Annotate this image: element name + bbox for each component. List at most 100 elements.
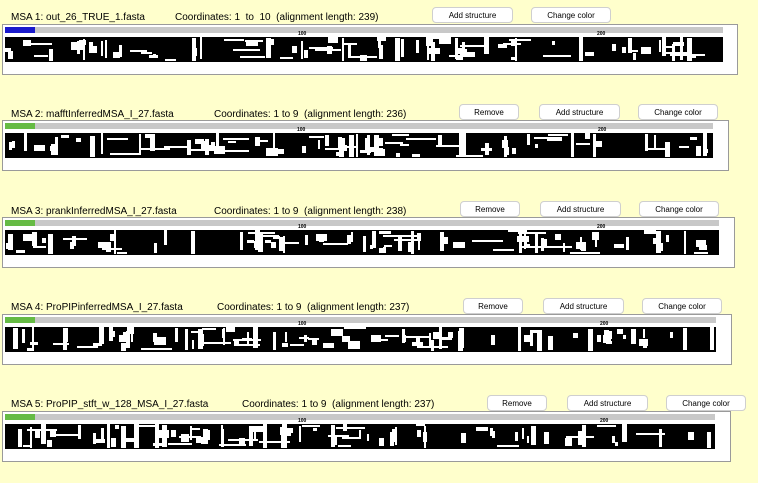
- alignment-gap: [534, 137, 562, 139]
- alignment-gap: [504, 136, 507, 157]
- alignment-gap: [219, 444, 246, 446]
- alignment-gap: [417, 430, 421, 437]
- msa-1-add-structure-button[interactable]: Add structure: [432, 7, 513, 23]
- msa-5-coordinates: Coordinates: 1 to 9 (alignment length: 2…: [242, 399, 435, 410]
- alignment-gap: [149, 55, 158, 58]
- alignment-gap: [304, 50, 308, 58]
- msa-3-panel: 100 200: [2, 217, 735, 268]
- alignment-gap: [110, 234, 115, 241]
- alignment-gap: [683, 328, 687, 350]
- alignment-gap: [342, 146, 358, 148]
- alignment-gap: [233, 49, 260, 51]
- alignment-gap: [312, 339, 317, 345]
- alignment-gap: [34, 145, 45, 151]
- alignment-gap: [290, 344, 304, 346]
- alignment-gap: [416, 424, 425, 426]
- alignment-gap: [484, 37, 489, 54]
- alignment-gap: [531, 426, 536, 445]
- alignment-gap: [379, 248, 384, 253]
- alignment-gap: [51, 434, 78, 436]
- alignment-gap: [412, 342, 423, 346]
- alignment-gap: [185, 329, 188, 350]
- alignment-gap: [512, 149, 516, 154]
- alignment-gap: [266, 38, 271, 58]
- alignment-gap: [154, 243, 157, 253]
- msa-5-remove-button[interactable]: Remove: [487, 395, 547, 411]
- alignment-gap: [597, 335, 601, 342]
- alignment-gap: [286, 428, 293, 433]
- alignment-gap: [660, 243, 663, 251]
- msa-4-remove-button[interactable]: Remove: [463, 298, 523, 314]
- alignment-gap: [309, 136, 324, 138]
- msa-1-change-color-button[interactable]: Change color: [531, 7, 611, 23]
- alignment-gap: [585, 133, 590, 139]
- alignment-gap: [325, 135, 329, 146]
- alignment-gap: [61, 135, 69, 138]
- alignment-gap: [402, 329, 405, 343]
- alignment-gap: [416, 40, 419, 53]
- alignment-gap: [595, 238, 597, 247]
- alignment-gap: [5, 48, 11, 52]
- alignment-gap: [228, 439, 258, 441]
- alignment-gap: [372, 231, 376, 248]
- alignment-gap: [385, 335, 399, 337]
- alignment-gap: [476, 427, 488, 431]
- msa-5-change-color-button[interactable]: Change color: [666, 395, 746, 411]
- alignment-gap: [32, 232, 37, 246]
- alignment-gap: [202, 342, 231, 344]
- alignment-gap: [543, 55, 571, 57]
- alignment-gap: [255, 230, 260, 250]
- msa-5-add-structure-button[interactable]: Add structure: [567, 395, 648, 411]
- alignment-gap: [710, 327, 714, 350]
- alignment-gap: [395, 427, 397, 445]
- alignment-gap: [30, 427, 32, 448]
- alignment-gap: [401, 39, 404, 57]
- msa-4-change-color-button[interactable]: Change color: [642, 298, 722, 314]
- alignment-gap: [515, 432, 518, 441]
- alignment-gap: [30, 43, 52, 45]
- msa-3-change-color-button[interactable]: Change color: [639, 201, 719, 217]
- alignment-gap: [535, 233, 538, 253]
- alignment-gap: [576, 143, 590, 145]
- alignment-gap: [49, 49, 53, 61]
- alignment-gap: [123, 332, 126, 342]
- msa-4-ruler: [5, 317, 716, 323]
- alignment-gap: [623, 335, 626, 339]
- msa-2-remove-button[interactable]: Remove: [459, 104, 519, 120]
- alignment-gap: [334, 437, 337, 445]
- msa-2-add-structure-button[interactable]: Add structure: [539, 104, 620, 120]
- alignment-gap: [338, 445, 351, 447]
- msa-3-add-structure-button[interactable]: Add structure: [540, 201, 621, 217]
- alignment-gap: [224, 39, 244, 41]
- alignment-gap: [8, 51, 13, 59]
- alignment-gap: [109, 327, 113, 341]
- msa-4-add-structure-button[interactable]: Add structure: [543, 298, 624, 314]
- alignment-gap: [571, 133, 574, 157]
- alignment-gap: [331, 329, 343, 336]
- alignment-gap: [101, 41, 103, 56]
- alignment-gap: [175, 328, 178, 342]
- msa-2-change-color-button[interactable]: Change color: [638, 104, 718, 120]
- alignment-gap: [472, 240, 503, 242]
- alignment-gap: [202, 334, 204, 346]
- alignment-gap: [461, 133, 466, 155]
- alignment-gap: [423, 432, 427, 442]
- alignment-gap: [90, 136, 95, 157]
- alignment-gap: [565, 438, 572, 446]
- alignment-gap: [240, 56, 265, 58]
- alignment-gap: [581, 245, 586, 251]
- alignment-gap: [72, 236, 76, 246]
- alignment-gap: [696, 146, 701, 156]
- alignment-gap: [218, 150, 249, 152]
- msa-3-remove-button[interactable]: Remove: [460, 201, 520, 217]
- msa-2-alignment: [5, 133, 713, 158]
- alignment-gap: [429, 333, 431, 346]
- alignment-gap: [282, 424, 287, 448]
- alignment-gap: [27, 348, 32, 351]
- alignment-gap: [672, 44, 675, 61]
- alignment-gap: [316, 234, 327, 241]
- alignment-gap: [622, 47, 626, 53]
- alignment-gap: [597, 425, 616, 427]
- alignment-gap: [325, 148, 339, 150]
- alignment-gap: [439, 37, 451, 44]
